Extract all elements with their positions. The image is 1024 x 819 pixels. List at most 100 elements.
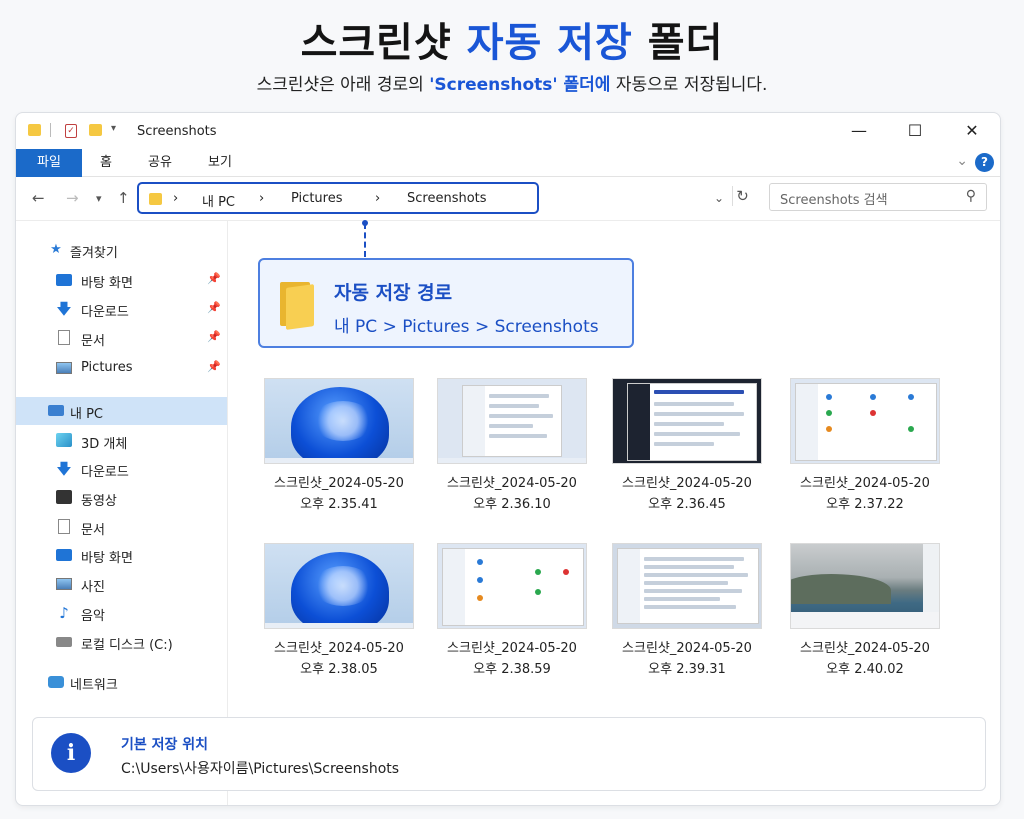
file-item[interactable]: 스크린샷_2024-05-20 오후 2.35.41 <box>264 378 414 512</box>
up-button[interactable]: ↑ <box>117 189 130 207</box>
file-time[interactable]: 오후 2.39.31 <box>612 658 762 677</box>
info-path: C:\Users\사용자이름\Pictures\Screenshots <box>121 761 400 777</box>
sidebar-item-this-pc[interactable]: 내 PC <box>16 397 227 425</box>
pc-icon <box>48 405 64 416</box>
search-box[interactable]: Screenshots 검색 ⚲ <box>769 183 987 211</box>
sidebar-item-photos[interactable]: 사진 <box>16 570 227 598</box>
search-placeholder[interactable]: Screenshots 검색 <box>780 189 888 208</box>
breadcrumb-separator[interactable]: › <box>259 191 264 206</box>
sidebar-item-downloads-pc[interactable]: 🡇 다운로드 <box>16 455 227 483</box>
sidebar-item-label: 3D 개체 <box>81 437 128 452</box>
search-icon[interactable]: ⚲ <box>966 188 976 204</box>
sidebar-item-label: 다운로드 <box>81 305 129 320</box>
expand-ribbon-icon[interactable]: ⌄ <box>956 153 968 169</box>
subtitle-accent: 'Screenshots' 폴더에 <box>429 75 611 95</box>
screenshot-thumbnail[interactable] <box>437 378 587 464</box>
properties-icon[interactable]: ✓ <box>65 124 77 138</box>
sidebar-item-label: 동영상 <box>81 494 117 509</box>
file-name[interactable]: 스크린샷_2024-05-20 <box>250 472 428 491</box>
breadcrumb-screenshots[interactable]: Screenshots <box>407 191 487 206</box>
sidebar-item-documents-pc[interactable]: 문서 <box>16 513 227 541</box>
file-name[interactable]: 스크린샷_2024-05-20 <box>598 472 776 491</box>
sidebar-item-label: 문서 <box>81 523 105 538</box>
file-item[interactable]: 스크린샷_2024-05-20 오후 2.40.02 <box>790 543 940 677</box>
tab-view[interactable]: 보기 <box>208 149 232 177</box>
sidebar-item-videos[interactable]: 동영상 <box>16 484 227 512</box>
file-item[interactable]: 스크린샷_2024-05-20 오후 2.38.59 <box>437 543 587 677</box>
info-title: 기본 저장 위치 <box>121 737 209 753</box>
file-name[interactable]: 스크린샷_2024-05-20 <box>423 472 601 491</box>
file-name[interactable]: 스크린샷_2024-05-20 <box>776 637 954 656</box>
address-bar[interactable]: › 내 PC › Pictures › Screenshots <box>137 182 539 214</box>
quick-access-dropdown-icon[interactable]: ▾ <box>111 123 116 134</box>
cube-icon <box>56 433 72 447</box>
file-time[interactable]: 오후 2.35.41 <box>264 493 414 512</box>
file-time[interactable]: 오후 2.38.59 <box>437 658 587 677</box>
back-button[interactable]: ← <box>32 189 45 207</box>
pin-icon[interactable]: 📌 <box>207 301 221 314</box>
screenshot-thumbnail[interactable] <box>612 543 762 629</box>
document-icon <box>58 519 70 534</box>
pin-icon[interactable]: 📌 <box>207 360 221 373</box>
navigation-bar: ← → ▾ ↑ › 내 PC › Pictures › Screenshots … <box>16 177 1000 221</box>
breadcrumb-pictures[interactable]: Pictures <box>291 191 342 206</box>
sidebar-item-pictures[interactable]: Pictures 📌 <box>16 354 227 382</box>
file-name[interactable]: 스크린샷_2024-05-20 <box>423 637 601 656</box>
sidebar-item-documents[interactable]: 문서 📌 <box>16 324 227 352</box>
forward-button[interactable]: → <box>66 189 79 207</box>
recent-locations-icon[interactable]: ▾ <box>96 192 102 205</box>
sidebar-item-desktop[interactable]: 바탕 화면 📌 <box>16 266 227 294</box>
folder-icon <box>280 282 314 330</box>
file-time[interactable]: 오후 2.38.05 <box>264 658 414 677</box>
page-subtitle: 스크린샷은 아래 경로의 'Screenshots' 폴더에 자동으로 저장됩니… <box>0 70 1024 95</box>
breadcrumb-separator[interactable]: › <box>173 191 178 206</box>
file-time[interactable]: 오후 2.36.45 <box>612 493 762 512</box>
refresh-icon[interactable]: ↻ <box>732 186 752 206</box>
breadcrumb-separator[interactable]: › <box>375 191 380 206</box>
file-item[interactable]: 스크린샷_2024-05-20 오후 2.39.31 <box>612 543 762 677</box>
file-time[interactable]: 오후 2.40.02 <box>790 658 940 677</box>
file-item[interactable]: 스크린샷_2024-05-20 오후 2.36.10 <box>437 378 587 512</box>
new-folder-icon[interactable] <box>89 124 102 136</box>
file-time[interactable]: 오후 2.36.10 <box>437 493 587 512</box>
music-icon: ♪ <box>59 604 69 622</box>
title-accent: 자동 저장 <box>466 20 633 66</box>
minimize-button[interactable]: — <box>844 119 874 143</box>
address-history-dropdown-icon[interactable]: ⌄ <box>714 191 724 205</box>
screenshot-thumbnail[interactable] <box>790 378 940 464</box>
sidebar-item-label: 내 PC <box>70 407 104 422</box>
tab-home[interactable]: 홈 <box>100 149 112 177</box>
sidebar-item-music[interactable]: ♪ 음악 <box>16 599 227 627</box>
screenshot-thumbnail[interactable] <box>612 378 762 464</box>
sidebar-item-network[interactable]: 네트워크 <box>16 668 227 696</box>
file-name[interactable]: 스크린샷_2024-05-20 <box>598 637 776 656</box>
sidebar-item-quick-access[interactable]: ★ 즐겨찾기 <box>16 236 227 264</box>
subtitle-part: 자동으로 저장됩니다. <box>615 75 768 95</box>
sidebar-item-local-disk[interactable]: 로컬 디스크 (C:) <box>16 628 227 656</box>
screenshot-thumbnail[interactable] <box>264 543 414 629</box>
close-button[interactable]: ✕ <box>957 119 987 143</box>
file-item[interactable]: 스크린샷_2024-05-20 오후 2.36.45 <box>612 378 762 512</box>
screenshot-thumbnail[interactable] <box>437 543 587 629</box>
file-item[interactable]: 스크린샷_2024-05-20 오후 2.37.22 <box>790 378 940 512</box>
sidebar-item-label: Pictures <box>81 360 133 375</box>
sidebar-item-3d-objects[interactable]: 3D 개체 <box>16 427 227 455</box>
file-name[interactable]: 스크린샷_2024-05-20 <box>776 472 954 491</box>
screenshot-thumbnail[interactable] <box>264 378 414 464</box>
sidebar-item-label: 문서 <box>81 334 105 349</box>
callout-connector <box>362 220 368 257</box>
file-item[interactable]: 스크린샷_2024-05-20 오후 2.38.05 <box>264 543 414 677</box>
pin-icon[interactable]: 📌 <box>207 330 221 343</box>
help-icon[interactable]: ? <box>975 153 994 172</box>
sidebar-item-label: 사진 <box>81 580 105 595</box>
pin-icon[interactable]: 📌 <box>207 272 221 285</box>
breadcrumb-this-pc[interactable]: 내 PC <box>202 191 235 210</box>
tab-share[interactable]: 공유 <box>148 149 172 177</box>
file-name[interactable]: 스크린샷_2024-05-20 <box>250 637 428 656</box>
screenshot-thumbnail[interactable] <box>790 543 940 629</box>
file-time[interactable]: 오후 2.37.22 <box>790 493 940 512</box>
sidebar-item-downloads[interactable]: 🡇 다운로드 📌 <box>16 295 227 323</box>
maximize-button[interactable]: ☐ <box>900 119 930 143</box>
sidebar-item-desktop-pc[interactable]: 바탕 화면 <box>16 541 227 569</box>
tab-file[interactable]: 파일 <box>16 149 82 177</box>
